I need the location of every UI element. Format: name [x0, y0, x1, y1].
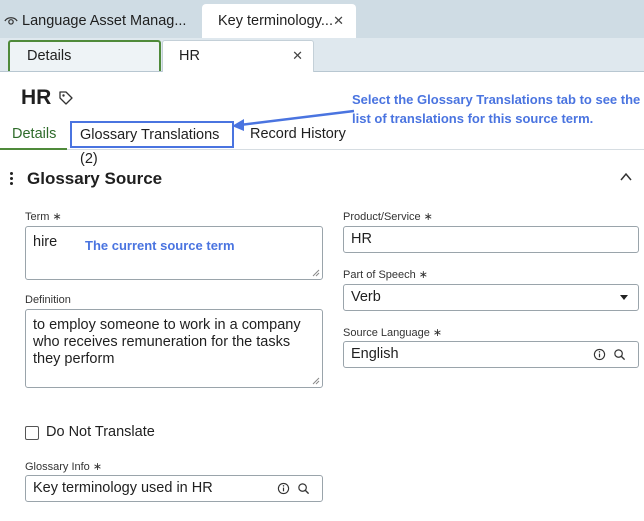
- close-icon[interactable]: ✕: [292, 41, 303, 71]
- info-icon[interactable]: [593, 348, 606, 361]
- part-of-speech-label: Part of Speech ∗: [343, 269, 428, 281]
- eye-icon: [4, 17, 18, 25]
- info-icon[interactable]: [277, 482, 290, 495]
- window-tab-label: Key terminology...: [218, 13, 333, 29]
- glossary-info-value: Key terminology used in HR: [33, 480, 213, 496]
- record-title: HR: [21, 86, 52, 109]
- subtab-details[interactable]: Details: [8, 40, 161, 71]
- resize-handle-icon[interactable]: [312, 269, 320, 277]
- close-icon[interactable]: ✕: [333, 13, 344, 29]
- record-tab-bar: Details Glossary Translations (2) Record…: [0, 120, 644, 167]
- definition-textarea[interactable]: to employ someone to work in a company w…: [25, 309, 323, 388]
- required-mark: ∗: [92, 461, 103, 473]
- kebab-menu-icon[interactable]: [9, 171, 15, 187]
- section-title: Glossary Source: [27, 169, 163, 188]
- definition-value: to employ someone to work in a company w…: [33, 317, 301, 367]
- window-tab-strip: Language Asset Manag... Key terminology.…: [0, 0, 644, 38]
- term-textarea[interactable]: hire: [25, 226, 323, 280]
- tab-details[interactable]: Details: [0, 120, 67, 150]
- search-icon[interactable]: [297, 482, 310, 495]
- product-service-value: HR: [351, 231, 372, 247]
- source-language-label: Source Language ∗: [343, 327, 443, 339]
- source-language-value: English: [351, 346, 399, 362]
- term-label: Term ∗: [25, 211, 62, 223]
- chevron-up-icon[interactable]: [620, 172, 632, 182]
- required-mark: ∗: [432, 327, 443, 339]
- resize-handle-icon[interactable]: [312, 377, 320, 385]
- subtab-details-label: Details: [27, 48, 72, 64]
- part-of-speech-value: Verb: [351, 289, 381, 305]
- glossary-info-field[interactable]: Key terminology used in HR: [25, 475, 323, 502]
- do-not-translate-checkbox[interactable]: [25, 426, 39, 440]
- search-icon[interactable]: [613, 348, 626, 361]
- caret-down-icon: [620, 295, 628, 300]
- glossary-info-label: Glossary Info ∗: [25, 461, 103, 473]
- subtab-record-label: HR: [179, 48, 200, 64]
- window-tab-language-asset[interactable]: Language Asset Manag...: [0, 4, 200, 38]
- window-tab-key-terminology[interactable]: Key terminology... ✕: [202, 4, 356, 38]
- tag-icon[interactable]: [58, 90, 74, 106]
- annotation-term-hint: The current source term: [85, 238, 235, 253]
- sub-tab-bar: Details HR ✕: [0, 38, 644, 72]
- product-service-label: Product/Service ∗: [343, 211, 433, 223]
- term-value: hire: [33, 234, 58, 250]
- required-mark: ∗: [423, 211, 433, 223]
- source-language-field[interactable]: English: [343, 341, 639, 368]
- definition-label: Definition: [25, 294, 71, 306]
- window-tab-label: Language Asset Manag...: [22, 13, 187, 29]
- subtab-record[interactable]: HR ✕: [162, 40, 314, 72]
- tab-record-history[interactable]: Record History: [250, 120, 360, 150]
- tab-glossary-translations[interactable]: Glossary Translations (2): [70, 121, 234, 167]
- part-of-speech-select[interactable]: Verb: [343, 284, 639, 311]
- required-mark: ∗: [52, 211, 62, 223]
- required-mark: ∗: [418, 269, 428, 281]
- do-not-translate-label: Do Not Translate: [46, 424, 155, 440]
- product-service-field[interactable]: HR: [343, 226, 639, 253]
